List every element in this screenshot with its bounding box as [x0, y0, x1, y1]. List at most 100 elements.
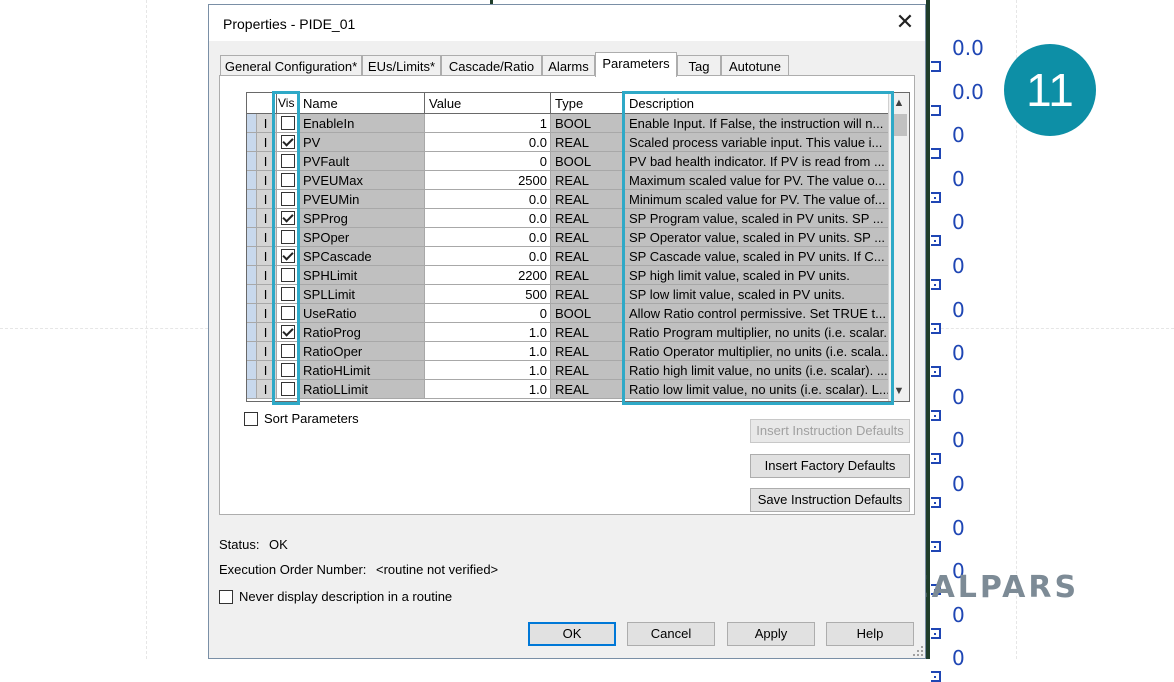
insert-factory-defaults-button[interactable]: Insert Factory Defaults — [750, 454, 910, 478]
description-cell[interactable]: Allow Ratio control permissive. Set TRUE… — [625, 304, 889, 323]
table-row[interactable]: I SPLLimit 500 REAL SP low limit value, scal… — [247, 285, 909, 304]
description-cell[interactable]: SP Operator value, scaled in PV units. S… — [625, 228, 889, 247]
value-cell[interactable]: 0 — [425, 152, 551, 171]
description-cell[interactable]: Ratio high limit value, no units (i.e. s… — [625, 361, 889, 380]
visible-checkbox[interactable] — [281, 116, 295, 130]
visible-checkbox[interactable] — [281, 211, 295, 225]
table-row[interactable]: I UseRatio 0 BOOL Allow Ratio control permis… — [247, 304, 909, 323]
visible-checkbox[interactable] — [281, 344, 295, 358]
help-button[interactable]: Help — [826, 622, 914, 646]
row-selector[interactable] — [247, 171, 257, 189]
tab-alarms[interactable]: Alarms — [542, 55, 595, 76]
description-cell[interactable]: Maximum scaled value for PV. The value o… — [625, 171, 889, 190]
visible-checkbox[interactable] — [281, 325, 295, 339]
close-icon[interactable]: ✕ — [893, 10, 917, 34]
scroll-down-icon[interactable]: ▼ — [889, 383, 909, 399]
table-row[interactable]: I SPOper 0.0 REAL SP Operator value, scaled … — [247, 228, 909, 247]
sort-parameters-checkbox[interactable] — [244, 412, 258, 426]
table-row[interactable]: I EnableIn 1 BOOL Enable Input. If False, th… — [247, 114, 909, 133]
row-selector[interactable] — [247, 266, 257, 284]
description-cell[interactable]: PV bad health indicator. If PV is read f… — [625, 152, 889, 171]
cancel-button[interactable]: Cancel — [627, 622, 715, 646]
description-cell[interactable]: Ratio Operator multiplier, no units (i.e… — [625, 342, 889, 361]
description-cell[interactable]: Minimum scaled value for PV. The value o… — [625, 190, 889, 209]
insert-instruction-defaults-button[interactable]: Insert Instruction Defaults — [750, 419, 910, 443]
row-selector[interactable] — [247, 228, 257, 246]
scroll-up-icon[interactable]: ▲ — [889, 95, 909, 111]
description-cell[interactable]: SP Cascade value, scaled in PV units. If… — [625, 247, 889, 266]
visible-checkbox[interactable] — [281, 192, 295, 206]
resize-grip-icon[interactable] — [913, 646, 923, 656]
value-cell[interactable]: 1.0 — [425, 380, 551, 399]
row-selector[interactable] — [247, 323, 257, 341]
tab-eus-limits[interactable]: EUs/Limits* — [362, 55, 441, 76]
table-row[interactable]: I PV 0.0 REAL Scaled process variable input.… — [247, 133, 909, 152]
description-cell[interactable]: Ratio Program multiplier, no units (i.e.… — [625, 323, 889, 342]
table-row[interactable]: I PVFault 0 BOOL PV bad health indicator. If… — [247, 152, 909, 171]
row-selector[interactable] — [247, 285, 257, 303]
value-cell[interactable]: 0.0 — [425, 247, 551, 266]
value-cell[interactable]: 2500 — [425, 171, 551, 190]
header-type[interactable]: Type — [551, 93, 625, 114]
row-selector[interactable] — [247, 304, 257, 322]
description-cell[interactable]: Enable Input. If False, the instruction … — [625, 114, 889, 133]
visible-checkbox[interactable] — [281, 135, 295, 149]
visible-checkbox[interactable] — [281, 382, 295, 396]
description-cell[interactable]: SP high limit value, scaled in PV units. — [625, 266, 889, 285]
description-cell[interactable]: Ratio low limit value, no units (i.e. sc… — [625, 380, 889, 399]
table-row[interactable]: I RatioLLimit 1.0 REAL Ratio low limit value… — [247, 380, 909, 399]
row-selector[interactable] — [247, 342, 257, 360]
table-row[interactable]: I RatioOper 1.0 REAL Ratio Operator multipli… — [247, 342, 909, 361]
grid-vertical-scrollbar[interactable]: ▲ ▼ — [888, 93, 909, 401]
value-cell[interactable]: 2200 — [425, 266, 551, 285]
value-cell[interactable]: 500 — [425, 285, 551, 304]
visible-checkbox[interactable] — [281, 363, 295, 377]
row-selector[interactable] — [247, 190, 257, 208]
never-display-description-checkbox[interactable] — [219, 590, 233, 604]
tab-autotune[interactable]: Autotune — [721, 55, 789, 76]
visible-checkbox[interactable] — [281, 306, 295, 320]
tab-parameters[interactable]: Parameters — [595, 52, 677, 77]
scroll-thumb[interactable] — [891, 114, 907, 136]
value-cell[interactable]: 0.0 — [425, 190, 551, 209]
row-selector[interactable] — [247, 133, 257, 151]
row-selector[interactable] — [247, 247, 257, 265]
value-cell[interactable]: 0.0 — [425, 209, 551, 228]
tab-general-configuration[interactable]: General Configuration* — [220, 55, 362, 76]
table-row[interactable]: I PVEUMin 0.0 REAL Minimum scaled value for … — [247, 190, 909, 209]
visible-checkbox[interactable] — [281, 173, 295, 187]
row-selector[interactable] — [247, 380, 257, 398]
value-cell[interactable]: 1.0 — [425, 323, 551, 342]
title-bar[interactable]: Properties - PIDE_01 ✕ — [209, 5, 925, 41]
value-cell[interactable]: 0.0 — [425, 228, 551, 247]
header-description[interactable]: Description — [625, 93, 889, 114]
value-cell[interactable]: 1.0 — [425, 361, 551, 380]
value-cell[interactable]: 0.0 — [425, 133, 551, 152]
row-selector[interactable] — [247, 152, 257, 170]
save-instruction-defaults-button[interactable]: Save Instruction Defaults — [750, 488, 910, 512]
value-cell[interactable]: 0 — [425, 304, 551, 323]
tab-tag[interactable]: Tag — [677, 55, 721, 76]
visible-checkbox[interactable] — [281, 287, 295, 301]
header-value[interactable]: Value — [425, 93, 551, 114]
row-selector[interactable] — [247, 209, 257, 227]
description-cell[interactable]: SP Program value, scaled in PV units. SP… — [625, 209, 889, 228]
visible-checkbox[interactable] — [281, 249, 295, 263]
visible-checkbox[interactable] — [281, 154, 295, 168]
value-cell[interactable]: 1 — [425, 114, 551, 133]
description-cell[interactable]: Scaled process variable input. This valu… — [625, 133, 889, 152]
tab-cascade-ratio[interactable]: Cascade/Ratio — [441, 55, 542, 76]
table-row[interactable]: I RatioProg 1.0 REAL Ratio Program multiplie… — [247, 323, 909, 342]
table-row[interactable]: I PVEUMax 2500 REAL Maximum scaled value for… — [247, 171, 909, 190]
value-cell[interactable]: 1.0 — [425, 342, 551, 361]
table-row[interactable]: I SPProg 0.0 REAL SP Program value, scaled … — [247, 209, 909, 228]
row-selector[interactable] — [247, 361, 257, 379]
description-cell[interactable]: SP low limit value, scaled in PV units. — [625, 285, 889, 304]
parameters-grid[interactable]: Vis Name Value Type Description I EnableI… — [246, 92, 910, 402]
table-row[interactable]: I SPCascade 0.0 REAL SP Cascade value, scale… — [247, 247, 909, 266]
apply-button[interactable]: Apply — [727, 622, 815, 646]
visible-checkbox[interactable] — [281, 268, 295, 282]
header-name[interactable]: Name — [299, 93, 425, 114]
header-vis[interactable]: Vis — [277, 93, 299, 114]
table-row[interactable]: I RatioHLimit 1.0 REAL Ratio high limit valu… — [247, 361, 909, 380]
